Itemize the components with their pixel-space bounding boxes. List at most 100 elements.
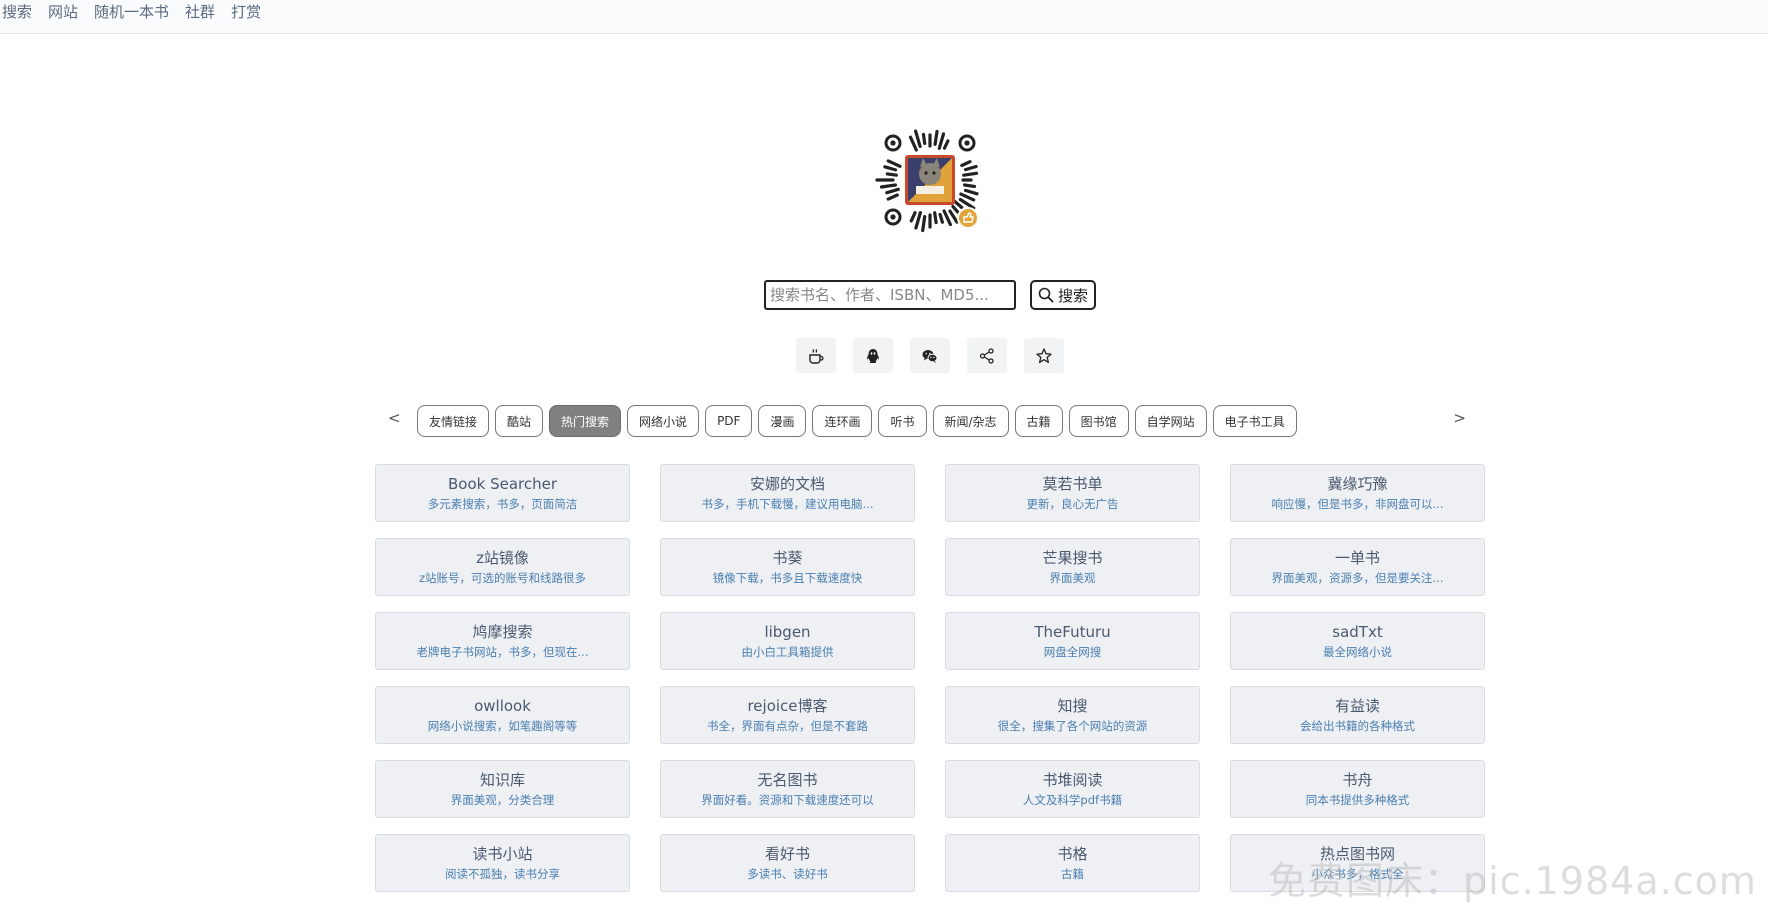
site-card-description: 界面美观，资源多，但是要关注... (1271, 571, 1444, 585)
tab-item[interactable]: PDF (705, 405, 753, 437)
site-card[interactable]: 芒果搜书 界面美观 (945, 538, 1200, 596)
site-card-description: 书全，界面有点杂，但是不套路 (707, 719, 868, 733)
site-card-title: 冀缘巧豫 (1327, 475, 1388, 493)
site-card[interactable]: sadTxt 最全网络小说 (1230, 612, 1485, 670)
tab-item[interactable]: 图书馆 (1068, 405, 1129, 437)
site-card[interactable]: z站镜像 z站账号，可选的账号和线路很多 (375, 538, 630, 596)
site-card[interactable]: 安娜的文档书多，手机下载慢，建议用电脑... (660, 464, 915, 522)
tab-item[interactable]: 友情链接 (417, 405, 490, 437)
qq-button[interactable] (853, 338, 893, 373)
wechat-button[interactable] (910, 338, 950, 373)
tab-item[interactable]: 连环画 (812, 405, 873, 437)
site-card[interactable]: 书格 古籍 (945, 834, 1200, 892)
site-card[interactable]: 书堆阅读 人文及科学pdf书籍 (945, 760, 1200, 818)
category-tabs: < 友情链接 酷站 热门搜索 网络小说 PDF 漫画 连环画 听书 新闻/杂志 古籍 图书馆 自学网站… (380, 405, 1472, 437)
site-card[interactable]: 知识库 界面美观，分类合理 (375, 760, 630, 818)
qq-icon (867, 348, 879, 363)
wechat-icon (922, 349, 938, 363)
site-card[interactable]: libgen 由小白工具箱提供 (660, 612, 915, 670)
site-card-description: 由小白工具箱提供 (741, 645, 834, 659)
site-card[interactable]: 无名图书 界面好看。资源和下载速度还可以 (660, 760, 915, 818)
nav-donate[interactable]: 打赏 (231, 0, 261, 24)
site-card[interactable]: 一单书界面美观，资源多，但是要关注... (1230, 538, 1485, 596)
site-card-description: 小众书多，格式全 (1311, 867, 1404, 881)
coffee-icon (809, 348, 824, 364)
tab-item[interactable]: 酷站 (495, 405, 544, 437)
site-card-title: 安娜的文档 (749, 475, 825, 493)
site-card-title: 有益读 (1334, 697, 1380, 715)
tabs-next-button[interactable]: > (1453, 409, 1466, 427)
site-card-description: 网盘全网搜 (1043, 645, 1102, 659)
tab-item[interactable]: 听书 (878, 405, 927, 437)
site-card-title: z站镜像 (476, 549, 529, 567)
site-card[interactable]: 看好书 多读书、读好书 (660, 834, 915, 892)
site-card-title: 知搜 (1057, 697, 1088, 715)
tab-item[interactable]: 电子书工具 (1212, 405, 1297, 437)
qr-code-image (875, 129, 979, 233)
site-card-description: 网络小说搜索，如笔趣阁等等 (427, 719, 578, 733)
site-card-title: 书葵 (772, 549, 803, 567)
site-card-title: rejoice博客 (747, 697, 828, 715)
tab-item[interactable]: 漫画 (758, 405, 807, 437)
site-card-title: 一单书 (1334, 549, 1380, 567)
site-card-description: 多元素搜索，书多，页面简洁 (427, 497, 578, 511)
site-card-description: 多读书、读好书 (747, 867, 828, 881)
site-card-title: 芒果搜书 (1042, 549, 1103, 567)
site-card-description: 阅读不孤独，读书分享 (445, 867, 560, 881)
site-card-description: 书多，手机下载慢，建议用电脑... (701, 497, 874, 511)
coffee-button[interactable] (796, 338, 836, 373)
tab-item[interactable]: 网络小说 (627, 405, 700, 437)
tab-item[interactable]: 古籍 (1014, 405, 1063, 437)
site-card[interactable]: 鸠摩搜索老牌电子书网站，书多，但现在... (375, 612, 630, 670)
site-card-title: 无名图书 (757, 771, 818, 789)
nav-websites[interactable]: 网站 (48, 0, 78, 24)
site-card[interactable]: Book Searcher 多元素搜索，书多，页面简洁 (375, 464, 630, 522)
mini-program-qr-code (868, 118, 992, 242)
site-card[interactable]: TheFuturu 网盘全网搜 (945, 612, 1200, 670)
site-card-title: 知识库 (479, 771, 525, 789)
site-card[interactable]: 读书小站阅读不孤独，读书分享 (375, 834, 630, 892)
site-card[interactable]: 知搜 很全，搜集了各个网站的资源 (945, 686, 1200, 744)
search-icon (1038, 287, 1054, 303)
nav-community[interactable]: 社群 (185, 0, 215, 24)
search-button-label: 搜索 (1058, 286, 1089, 305)
search-bar: 搜索 (764, 280, 1097, 310)
site-card[interactable]: owllook 网络小说搜索，如笔趣阁等等 (375, 686, 630, 744)
site-card-description: 同本书提供多种格式 (1305, 793, 1410, 807)
action-icon-row (796, 338, 1064, 373)
site-card-description: 界面美观 (1049, 571, 1096, 585)
site-card-grid: Book Searcher 多元素搜索，书多，页面简洁 安娜的文档 书多，手机下载慢，… (375, 464, 1485, 892)
search-button[interactable]: 搜索 (1030, 280, 1097, 310)
site-card-description: 人文及科学pdf书籍 (1022, 793, 1123, 807)
site-card-title: 热点图书网 (1319, 845, 1395, 863)
tab-item[interactable]: 新闻/杂志 (932, 405, 1009, 437)
site-card-description: 更新，良心无广告 (1026, 497, 1119, 511)
favorite-button[interactable] (1024, 338, 1064, 373)
nav-random-book[interactable]: 随机一本书 (94, 0, 169, 24)
share-button[interactable] (967, 338, 1007, 373)
site-card-title: 鸠摩搜索 (472, 623, 533, 641)
site-card-description: 老牌电子书网站，书多，但现在... (416, 645, 589, 659)
site-card[interactable]: rejoice博客书全，界面有点杂，但是不套路 (660, 686, 915, 744)
site-card-description: 最全网络小说 (1323, 645, 1392, 659)
site-card-description: 会给出书籍的各种格式 (1300, 719, 1415, 733)
site-card[interactable]: 有益读会给出书籍的各种格式 (1230, 686, 1485, 744)
site-card-title: 读书小站 (472, 845, 533, 863)
site-card[interactable]: 冀缘巧豫响应慢，但是书多，非网盘可以... (1230, 464, 1485, 522)
tabs-prev-button[interactable]: < (388, 409, 401, 427)
tab-item[interactable]: 自学网站 (1134, 405, 1207, 437)
site-card-title: TheFuturu (1034, 623, 1111, 641)
search-input[interactable] (764, 280, 1016, 310)
star-icon (1036, 347, 1052, 363)
site-card-description: 镜像下载，书多且下载速度快 (712, 571, 863, 585)
site-card[interactable]: 莫若书单 更新，良心无广告 (945, 464, 1200, 522)
site-card-description: 古籍 (1061, 867, 1084, 881)
site-card-title: sadTxt (1332, 623, 1383, 641)
site-card[interactable]: 书舟 同本书提供多种格式 (1230, 760, 1485, 818)
tab-item[interactable]: 热门搜索 (549, 405, 622, 437)
site-card[interactable]: 书葵镜像下载，书多且下载速度快 (660, 538, 915, 596)
top-nav: 搜索 网站 随机一本书 社群 打赏 (0, 0, 1768, 34)
site-card-description: 响应慢，但是书多，非网盘可以... (1271, 497, 1444, 511)
site-card[interactable]: 热点图书网小众书多，格式全 (1230, 834, 1485, 892)
nav-search[interactable]: 搜索 (2, 0, 32, 24)
